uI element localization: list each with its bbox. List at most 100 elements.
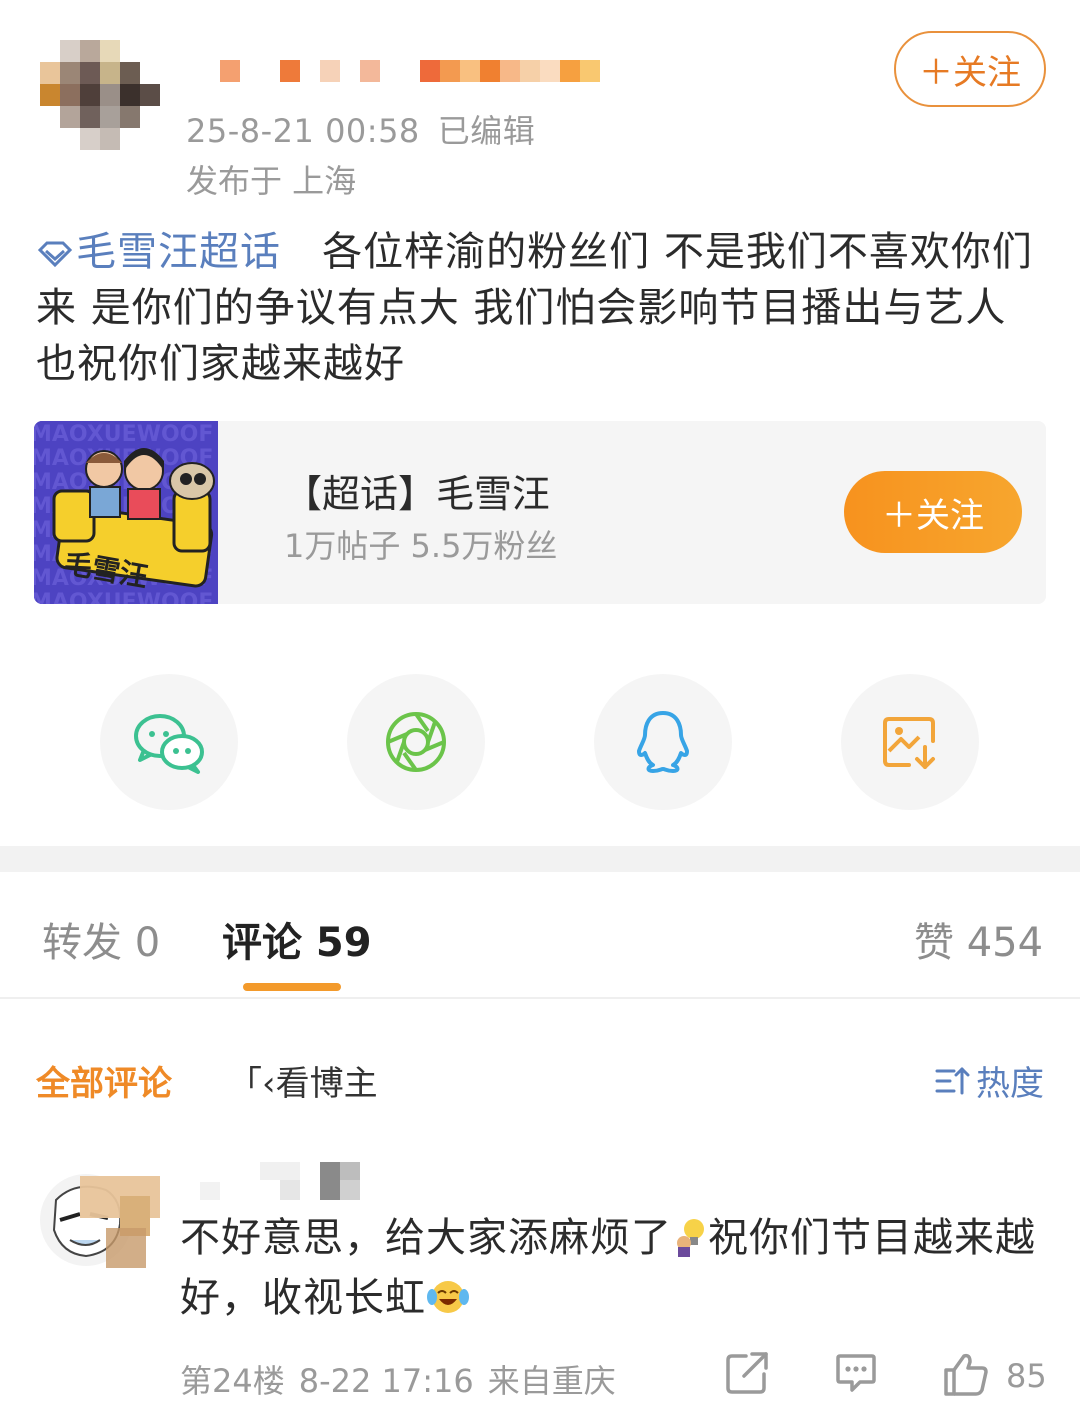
- tab-reposts[interactable]: 转发 0: [42, 910, 160, 968]
- post-content: 毛雪汪超话 各位梓渝的粉丝们 不是我们不喜欢你们来 是你们的争议有点大 我们怕会…: [36, 224, 1048, 392]
- avatar-mosaic-tile: [100, 84, 120, 106]
- avatar-mosaic-tile: [140, 62, 160, 84]
- topic-title: 【超话】毛雪汪: [284, 472, 551, 516]
- name-mosaic-tile: [300, 60, 320, 82]
- avatar-mosaic-tile: [100, 106, 120, 128]
- avatar-mosaic-tile: [40, 106, 60, 128]
- comment-location: 来自重庆: [487, 1362, 616, 1400]
- topic-card[interactable]: MAOXUEWOOF MAOXUEWOOF MAOXUEWOOF MAOXUEW…: [34, 421, 1046, 604]
- name-mosaic-tile: [520, 60, 540, 82]
- avatar-mosaic-tile: [80, 62, 100, 84]
- avatar-mosaic-tile: [120, 40, 140, 62]
- avatar-mosaic-tile: [140, 84, 160, 106]
- avatar-mosaic-tile: [120, 62, 140, 84]
- save-image-icon: [883, 717, 935, 769]
- name-mosaic-tile: [340, 60, 360, 82]
- reply-icon: [836, 1354, 876, 1392]
- avatar-mosaic-tile: [40, 128, 60, 150]
- name-mosaic-tile: [200, 60, 220, 82]
- commenter-avatar[interactable]: [36, 1160, 160, 1280]
- name-mosaic-tile: [440, 60, 460, 82]
- avatar-mosaic-tile: [60, 106, 80, 128]
- avatar-mosaic-tile: [40, 62, 60, 84]
- diamond-icon: [37, 241, 73, 268]
- topic-follow-button[interactable]: ＋关注: [844, 471, 1022, 553]
- svg-text:MAOXUEWOOF: MAOXUEWOOF: [34, 590, 213, 604]
- name-mosaic-tile: [540, 60, 560, 82]
- topic-tag: 毛雪汪超话: [76, 229, 281, 275]
- share-external-icon: [726, 1352, 768, 1394]
- avatar-mosaic-tile: [100, 62, 120, 84]
- avatar-mosaic-tile: [40, 84, 60, 106]
- topic-link[interactable]: 毛雪汪超话: [36, 229, 281, 275]
- share-comment-button[interactable]: [724, 1350, 770, 1400]
- avatar-mosaic-tile: [120, 106, 140, 128]
- like-comment-button[interactable]: [942, 1350, 990, 1402]
- save-image-button[interactable]: [841, 674, 979, 810]
- name-mosaic-tile: [580, 60, 600, 82]
- sort-by-hot-button[interactable]: 热度: [934, 1056, 1044, 1105]
- qq-icon: [637, 711, 689, 773]
- sort-label: 热度: [976, 1064, 1044, 1104]
- avatar-mosaic-tile: [120, 84, 140, 106]
- share-moments-button[interactable]: [347, 674, 485, 810]
- comment-text-part1: 不好意思，给大家添麻烦了: [180, 1215, 672, 1261]
- wechat-icon: [134, 714, 204, 774]
- tab-comments[interactable]: 评论 59: [222, 910, 372, 968]
- name-mosaic-tile: [500, 60, 520, 82]
- share-wechat-button[interactable]: [100, 674, 238, 810]
- name-mosaic-tile: [220, 60, 240, 82]
- avatar-mosaic-tile: [60, 62, 80, 84]
- crying-laughing-emoji-icon: [427, 1281, 469, 1313]
- name-mosaic-tile: [360, 60, 380, 82]
- comment-meta: 第24楼 8-22 17:16 来自重庆: [180, 1356, 616, 1402]
- sort-icon: [935, 1067, 970, 1094]
- avatar-mosaic-tile: [60, 40, 80, 62]
- post-timestamp: 25-8-21 00:58 已编辑: [186, 106, 535, 152]
- name-mosaic-tile: [240, 60, 280, 82]
- avatar-mosaic-tile: [80, 40, 100, 62]
- comment-text: 不好意思，给大家添麻烦了 祝你们节目越来越好，收视长虹: [180, 1208, 1050, 1328]
- thumbs-up-icon: [944, 1353, 988, 1396]
- section-divider: [0, 846, 1080, 872]
- comment-floor: 第24楼: [180, 1362, 285, 1400]
- avatar-mosaic-tile: [140, 128, 160, 150]
- avatar-mosaic-tile: [60, 128, 80, 150]
- avatar-mosaic-tile: [100, 128, 120, 150]
- lightbulb-emoji-icon: [677, 1219, 704, 1257]
- edited-label: 已编辑: [437, 112, 536, 150]
- name-mosaic-tile: [380, 60, 420, 82]
- svg-text:MAOXUEWOOF: MAOXUEWOOF: [34, 422, 213, 447]
- share-qq-button[interactable]: [594, 674, 732, 810]
- author-avatar[interactable]: [40, 40, 160, 150]
- avatar-mosaic-tile: [140, 106, 160, 128]
- commenter-name-blurred[interactable]: [200, 1162, 370, 1200]
- avatar-mosaic-tile: [80, 106, 100, 128]
- name-mosaic-tile: [420, 60, 440, 82]
- avatar-mosaic-tile: [40, 40, 60, 62]
- avatar-mosaic-tile: [140, 40, 160, 62]
- tab-likes[interactable]: 赞 454: [914, 910, 1043, 968]
- post-time: 25-8-21 00:58: [186, 112, 420, 150]
- comment-time: 8-22 17:16: [298, 1362, 474, 1400]
- comment-like-count: 85: [1006, 1357, 1047, 1395]
- avatar-mosaic-tile: [100, 40, 120, 62]
- topic-cover-image: MAOXUEWOOF MAOXUEWOOF MAOXUEWOOF MAOXUEW…: [34, 421, 218, 604]
- tabs-divider: [0, 997, 1080, 999]
- avatar-mosaic-tile: [80, 84, 100, 106]
- name-mosaic-tile: [320, 60, 340, 82]
- avatar-mosaic-tile: [60, 84, 80, 106]
- avatar-mosaic-tile: [80, 128, 100, 150]
- filter-owner-comments[interactable]: 「‹看博主: [228, 1056, 378, 1105]
- follow-author-button[interactable]: ＋关注: [894, 31, 1046, 107]
- post-location: 发布于 上海: [186, 162, 357, 200]
- author-name-blurred[interactable]: [200, 60, 620, 82]
- reply-comment-button[interactable]: [834, 1350, 878, 1398]
- avatar-mosaic-tile: [120, 128, 140, 150]
- name-mosaic-tile: [280, 60, 300, 82]
- active-tab-indicator: [243, 983, 341, 991]
- filter-all-comments[interactable]: 全部评论: [36, 1056, 172, 1105]
- moments-icon: [386, 712, 446, 772]
- name-mosaic-tile: [480, 60, 500, 82]
- share-row: [0, 674, 1080, 810]
